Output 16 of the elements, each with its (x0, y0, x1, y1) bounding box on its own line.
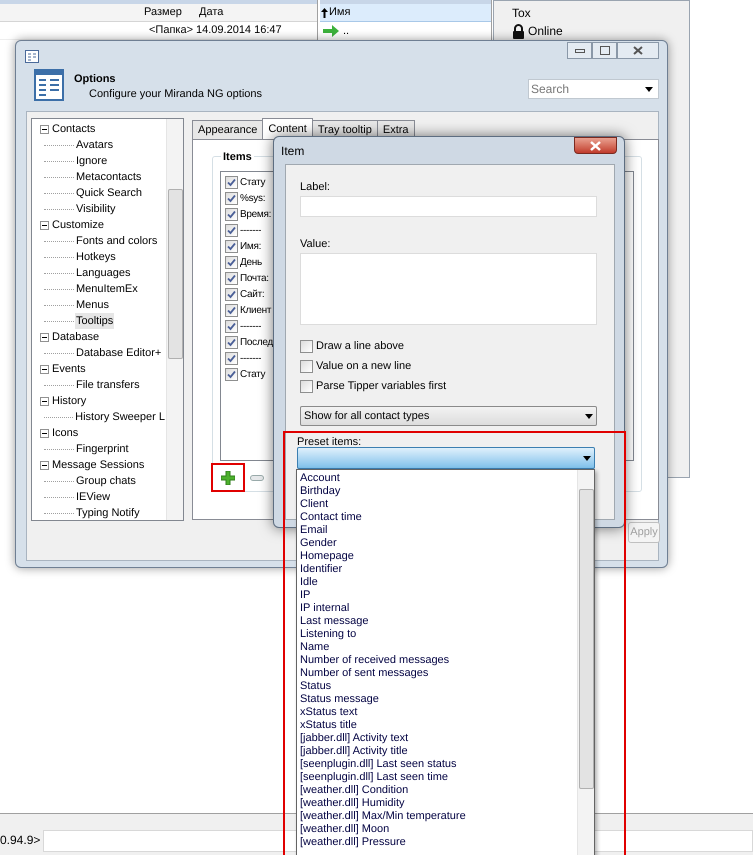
checkbox-label: Parse Tipper variables first (316, 378, 446, 394)
status-text: Online (528, 23, 563, 40)
command-prompt: 0.94.9> (0, 832, 40, 849)
field-label: Value: (300, 237, 332, 250)
field-label: Preset items: (297, 435, 362, 450)
column-label: Имя (329, 5, 350, 20)
field-label: Label: (300, 180, 331, 193)
dialog-title: Item (281, 143, 304, 160)
table-cell-text: .. (343, 24, 350, 39)
table-cell-text: <Папка> (148, 23, 194, 38)
checkbox-label: Value on a new line (316, 358, 412, 374)
checkbox-label: Draw a line above (316, 338, 404, 354)
dialog-subtitle: Configure your Miranda NG options (89, 87, 262, 102)
account-name: Tox (512, 5, 532, 20)
dialog-title: Options (74, 72, 116, 87)
table-cell-text: 14.09.2014 16:47 (196, 23, 282, 38)
